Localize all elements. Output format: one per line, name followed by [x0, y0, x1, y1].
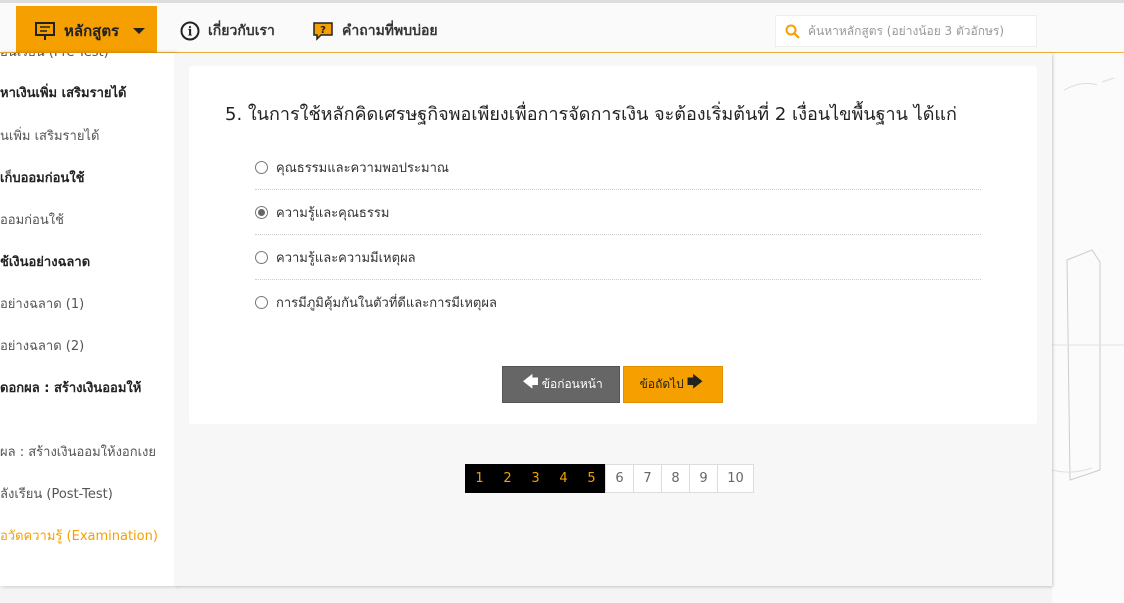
question-text: 5. ในการใช้หลักคิดเศรษฐกิจพอเพียงเพื่อกา… [225, 104, 957, 125]
question-pagination: 1 2 3 4 5 6 7 8 9 10 [465, 464, 754, 493]
arrow-right-icon: 🡆 [686, 372, 704, 391]
sidebar-item-save-first-lesson[interactable]: ออมก่อนใช้ [0, 212, 64, 230]
page-5[interactable]: 5 [577, 464, 606, 493]
page-10[interactable]: 10 [717, 464, 754, 493]
sidebar-item-earn-more-lesson[interactable]: นเพิ่ม เสริมรายได้ [0, 128, 99, 146]
page-1[interactable]: 1 [465, 464, 494, 493]
sidebar-item-spend-wisely-2[interactable]: อย่างฉลาด (2) [0, 338, 84, 356]
faq-label: คำถามที่พบบ่อย [342, 23, 438, 39]
info-icon: i [180, 21, 200, 41]
page-3[interactable]: 3 [521, 464, 550, 493]
page-7[interactable]: 7 [633, 464, 662, 493]
page-4[interactable]: 4 [549, 464, 578, 493]
chevron-down-icon [133, 28, 146, 34]
search-icon [785, 24, 800, 39]
answer-label: ความรู้และคุณธรรม [276, 205, 390, 221]
radio-button[interactable] [255, 296, 268, 309]
question-card: 5. ในการใช้หลักคิดเศรษฐกิจพอเพียงเพื่อกา… [189, 66, 1037, 424]
answer-option-1[interactable]: คุณธรรมและความพอประมาณ [255, 145, 981, 190]
page-6[interactable]: 6 [605, 464, 634, 493]
page-2[interactable]: 2 [493, 464, 522, 493]
answer-label: ความรู้และความมีเหตุผล [276, 250, 416, 266]
answer-option-2[interactable]: ความรู้และคุณธรรม [255, 190, 981, 235]
radio-button-selected[interactable] [255, 205, 268, 219]
sidebar-item-grow-savings-lesson[interactable]: ผล : สร้างเงินออมให้งอกเงย [0, 444, 156, 462]
svg-text:?: ? [320, 25, 326, 36]
radio-button[interactable] [255, 250, 268, 264]
answer-option-4[interactable]: การมีภูมิคุ้มกันในตัวที่ดีและการมีเหตุผล [255, 280, 981, 325]
search-input[interactable] [808, 24, 1028, 38]
main-content: 5. ในการใช้หลักคิดเศรษฐกิจพอเพียงเพื่อกา… [175, 53, 1052, 586]
sidebar-item-save-first[interactable]: เก็บออมก่อนใช้ [0, 170, 85, 188]
lesson-sidebar: อนเรียน (Pre-Test) หาเงินเพิ่ม เสริมรายไ… [0, 53, 175, 586]
sidebar-item-posttest[interactable]: ลังเรียน (Post-Test) [0, 486, 113, 504]
previous-question-label: ข้อก่อนหน้า [541, 377, 603, 391]
next-question-label: ข้อถัดไป [639, 377, 684, 391]
question-bubble-icon: ? [313, 22, 333, 41]
answer-option-3[interactable]: ความรู้และความมีเหตุผล [255, 235, 981, 280]
sidebar-item-spend-wisely[interactable]: ช้เงินอย่างฉลาด [0, 254, 90, 272]
sidebar-item-examination[interactable]: ื่อวัดความรู้ (Examination) [0, 528, 158, 546]
radio-button[interactable] [255, 160, 268, 174]
sidebar-item-spend-wisely-1[interactable]: อย่างฉลาด (1) [0, 296, 84, 314]
top-navbar: หลักสูตร i เกี่ยวกับเรา ? คำถามที่พบบ่อย [0, 0, 1124, 56]
presentation-board-icon [35, 22, 55, 40]
arrow-left-icon: 🡄 [522, 372, 539, 391]
previous-question-button[interactable]: 🡄 ข้อก่อนหน้า [502, 366, 620, 403]
answer-label: การมีภูมิคุ้มกันในตัวที่ดีและการมีเหตุผล [276, 296, 497, 311]
next-question-button[interactable]: ข้อถัดไป 🡆 [623, 366, 723, 403]
sidebar-item-grow-savings[interactable]: ดอกผล : สร้างเงินออมให้ [0, 380, 141, 398]
courses-menu-label: หลักสูตร [64, 22, 120, 40]
about-us-label: เกี่ยวกับเรา [208, 23, 275, 39]
faq-link[interactable]: ? คำถามที่พบบ่อย [312, 6, 438, 56]
course-search [775, 15, 1037, 47]
page-9[interactable]: 9 [689, 464, 718, 493]
courses-menu-button[interactable]: หลักสูตร [16, 6, 157, 56]
sidebar-item-pretest[interactable]: อนเรียน (Pre-Test) [0, 53, 109, 62]
sidebar-item-earn-more[interactable]: หาเงินเพิ่ม เสริมรายได้ [0, 85, 126, 103]
svg-text:i: i [188, 25, 193, 39]
page-8[interactable]: 8 [661, 464, 690, 493]
answer-label: คุณธรรมและความพอประมาณ [276, 160, 449, 176]
about-us-link[interactable]: i เกี่ยวกับเรา [180, 6, 275, 56]
background-sketch [1052, 0, 1124, 603]
